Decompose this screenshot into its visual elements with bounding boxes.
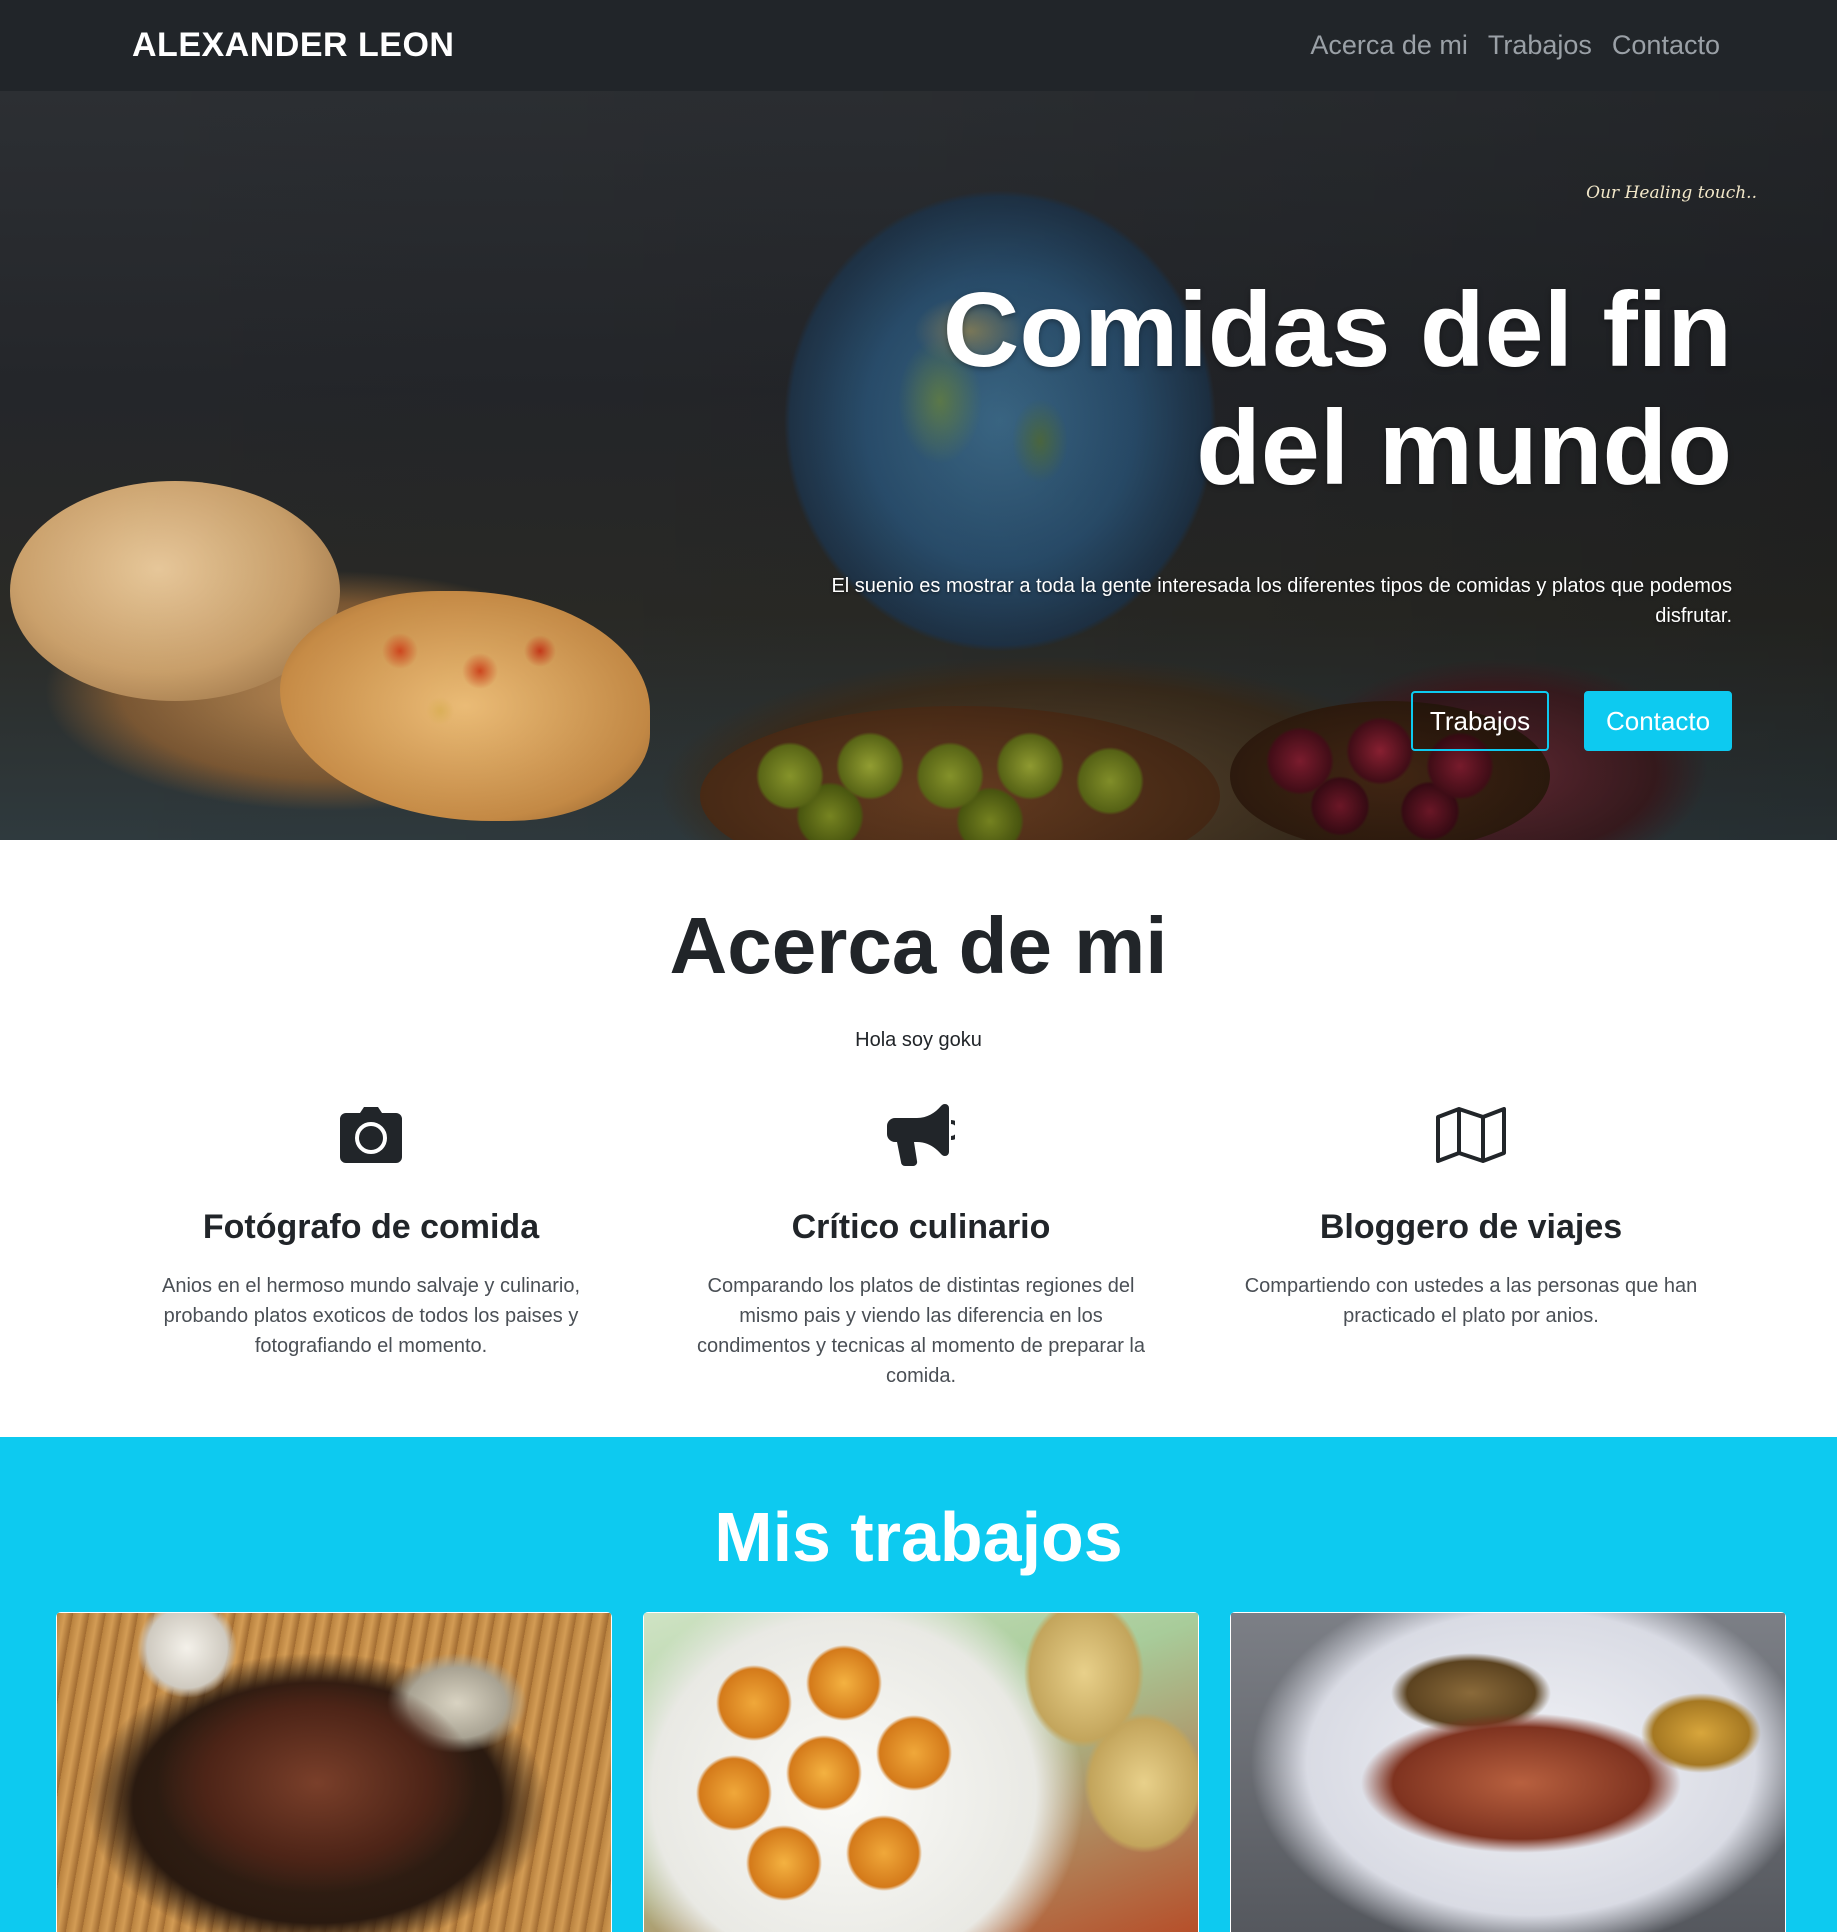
nav-link-contacto[interactable]: Contacto: [1612, 30, 1720, 61]
works-section: Mis trabajos: [0, 1437, 1837, 1932]
hero-watermark: Our Healing touch..: [1586, 183, 1757, 203]
contacto-button[interactable]: Contacto: [1584, 691, 1732, 751]
feature-blogger: Bloggero de viajes Compartiendo con uste…: [1236, 1100, 1706, 1331]
about-title: Acerca de mi: [669, 901, 1168, 990]
work-card-image: [57, 1613, 611, 1932]
hero-text: El suenio es mostrar a toda la gente int…: [831, 575, 1732, 627]
trabajos-button[interactable]: Trabajos: [1411, 691, 1549, 751]
hero-section: Our Healing touch.. Comidas del fin del …: [0, 91, 1837, 840]
work-card-lamb[interactable]: [56, 1612, 612, 1932]
feature-critic: Crítico culinario Comparando los platos …: [686, 1100, 1156, 1391]
work-card-salmon[interactable]: [1230, 1612, 1786, 1932]
feature-text: Comparando los platos de distintas regio…: [696, 1275, 1145, 1387]
feature-title: Fotógrafo de comida: [202, 1208, 540, 1246]
hero-title: Comidas del fin del mundo: [942, 271, 1732, 507]
feature-title: Bloggero de viajes: [1319, 1208, 1623, 1246]
work-card-image: [1231, 1613, 1785, 1932]
navbar: ALEXANDER LEON Acerca de mi Trabajos Con…: [0, 0, 1837, 91]
megaphone-icon: [686, 1100, 1156, 1170]
camera-icon: [136, 1100, 606, 1170]
feature-text: Anios en el hermoso mundo salvaje y culi…: [162, 1275, 580, 1357]
works-title: Mis trabajos: [714, 1498, 1123, 1576]
nav-link-trabajos[interactable]: Trabajos: [1488, 30, 1592, 61]
hero-buttons: Trabajos Contacto: [1411, 691, 1732, 751]
nav-links: Acerca de mi Trabajos Contacto: [1310, 30, 1720, 61]
nav-link-acerca[interactable]: Acerca de mi: [1310, 30, 1468, 61]
about-lead: Hola soy goku: [855, 1029, 982, 1051]
feature-text: Compartiendo con ustedes a las personas …: [1244, 1275, 1698, 1327]
work-card-image: [644, 1613, 1198, 1932]
map-icon: [1236, 1100, 1706, 1170]
feature-photographer: Fotógrafo de comida Anios en el hermoso …: [136, 1100, 606, 1361]
brand-link[interactable]: ALEXANDER LEON: [132, 26, 454, 65]
feature-title: Crítico culinario: [791, 1208, 1051, 1246]
work-card-croquettes[interactable]: [643, 1612, 1199, 1932]
